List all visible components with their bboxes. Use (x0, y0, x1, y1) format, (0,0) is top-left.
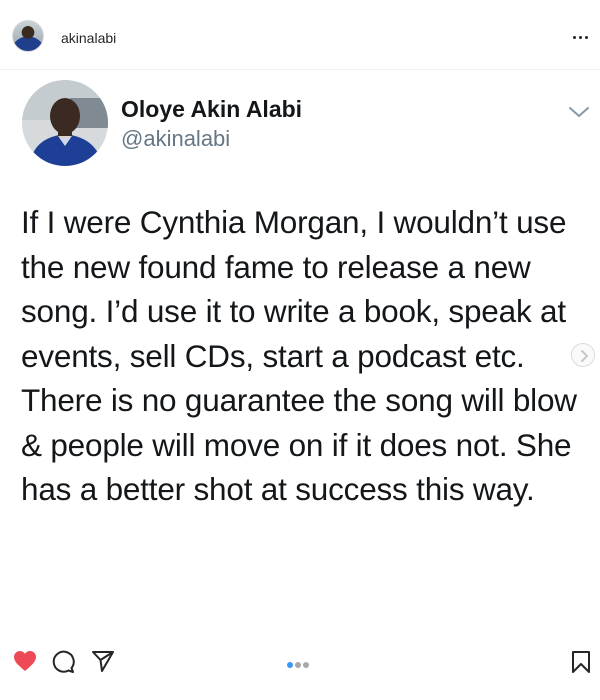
avatar[interactable] (12, 20, 44, 52)
chevron-down-icon[interactable] (567, 104, 591, 120)
tweet-text: If I were Cynthia Morgan, I wouldn’t use… (21, 204, 577, 507)
chevron-right-icon (581, 350, 589, 362)
tweet-author-name: Oloye Akin Alabi (121, 96, 303, 122)
carousel-next-button[interactable] (571, 343, 595, 367)
post-username[interactable]: akinalabi (61, 30, 116, 46)
tweet-author-handle: @akinalabi (121, 126, 231, 151)
carousel-indicator (287, 655, 311, 668)
tweet-avatar (22, 80, 108, 166)
heart-icon[interactable] (13, 650, 37, 672)
share-icon[interactable] (91, 649, 115, 673)
carousel-dot (303, 662, 309, 668)
post-header: akinalabi (0, 0, 600, 70)
comment-icon[interactable] (51, 650, 75, 674)
more-options-icon[interactable] (571, 28, 591, 42)
action-bar (0, 640, 600, 690)
carousel-dot (295, 662, 301, 668)
save-icon[interactable] (571, 650, 591, 674)
carousel-dot (287, 662, 293, 668)
